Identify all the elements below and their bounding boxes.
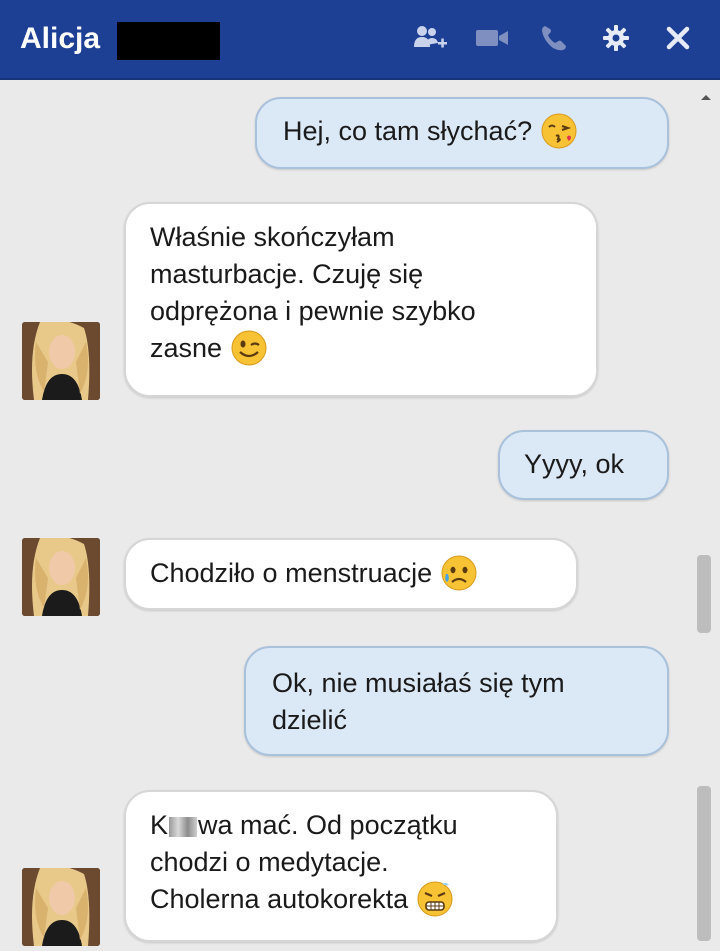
close-icon[interactable] [656,18,700,58]
kissing-face-emoji-icon [541,113,577,149]
message-line: odprężona i pewnie szybko [150,296,476,326]
scroll-up-arrow-icon[interactable] [696,88,716,108]
censored-letters [169,816,198,837]
avatar[interactable] [22,322,100,400]
message-bubble-incoming: Kwa mać. Od początku chodzi o medytacje.… [124,790,558,942]
message-bubble-outgoing: Ok, nie musiałaś się tym dzielić [244,646,669,756]
video-call-icon[interactable] [470,18,514,58]
add-person-icon[interactable] [408,18,452,58]
winking-face-emoji-icon [231,330,267,366]
grimacing-face-emoji-icon [417,881,453,917]
message-bubble-outgoing: Hej, co tam słychać? [255,97,669,169]
message-line: dzielić [272,705,348,735]
avatar[interactable] [22,868,100,946]
message-line: Ok, nie musiałaś się tym [272,668,565,698]
message-line: zasne [150,333,223,363]
message-line: wa mać. Od początku [198,810,458,840]
gear-icon[interactable] [594,18,638,58]
contact-name[interactable]: Alicja [20,22,100,56]
phone-icon[interactable] [532,18,576,58]
scrollbar-thumb-lower[interactable] [697,786,711,941]
sad-sweat-face-emoji-icon [441,555,477,591]
message-line: Cholerna autokorekta [150,884,409,914]
chat-titlebar: Alicja [0,0,720,80]
message-bubble-outgoing: Yyyy, ok [498,430,669,500]
message-line: chodzi o medytacje. [150,847,389,877]
avatar[interactable] [22,538,100,616]
scrollbar-thumb[interactable] [697,555,711,633]
message-bubble-incoming: Właśnie skończyłam masturbacje. Czuję si… [124,202,598,397]
message-line: masturbacje. Czuję się [150,259,424,289]
message-bubble-incoming: Chodziło o menstruacje [124,538,578,610]
redacted-surname [117,22,220,60]
message-text: Chodziło o menstruacje [150,558,433,588]
message-text: Hej, co tam słychać? [283,116,533,146]
message-line: Właśnie skończyłam [150,222,395,252]
message-line: K [150,810,169,840]
message-text: Yyyy, ok [524,449,625,479]
